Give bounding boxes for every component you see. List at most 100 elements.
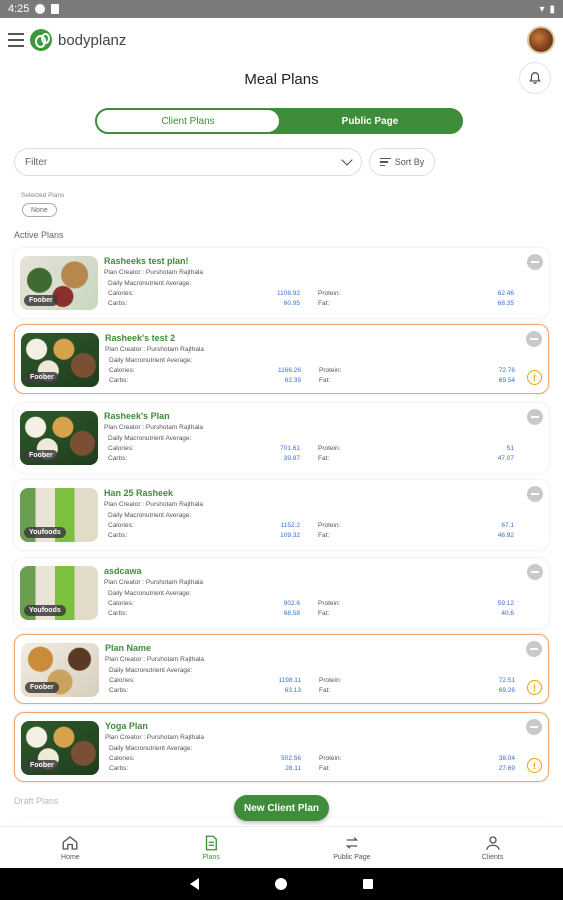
- plan-card[interactable]: Foober Plan Name Plan Creator : Purshotam …: [14, 634, 549, 704]
- filter-dropdown[interactable]: Filter: [14, 148, 362, 176]
- nav-clients[interactable]: Clients: [422, 827, 563, 868]
- sort-icon: [379, 158, 391, 166]
- calories-label: Calories:: [108, 522, 134, 529]
- chevron-down-icon: [341, 154, 353, 166]
- selected-plans-label: Selected Plans: [21, 192, 65, 199]
- selected-plans-chip[interactable]: None: [22, 203, 57, 217]
- back-icon[interactable]: [190, 878, 199, 890]
- carbs-value: 39.87: [283, 455, 300, 462]
- remove-plan-icon[interactable]: [527, 409, 543, 425]
- notifications-button[interactable]: [519, 62, 551, 94]
- macro-heading: Daily Macronutrient Average:: [108, 512, 192, 519]
- calories-value: 1152.2: [280, 522, 300, 529]
- fat-label: Fat:: [318, 455, 330, 462]
- tab-client-plans[interactable]: Client Plans: [97, 110, 279, 132]
- status-bar: 4:25 ▾ ▮: [0, 0, 563, 18]
- carbs-value: 62.39: [284, 377, 301, 384]
- plan-title: Rasheek's test 2: [105, 333, 176, 343]
- carbs-value: 60.95: [283, 300, 300, 307]
- macro-heading: Daily Macronutrient Average:: [109, 667, 193, 674]
- carbs-value: 68.58: [283, 610, 300, 617]
- calories-label: Calories:: [108, 445, 134, 452]
- protein-label: Protein:: [318, 445, 341, 452]
- plan-card[interactable]: Youfoods asdcawa Plan Creator : Purshotam …: [14, 558, 549, 628]
- carbs-label: Carbs:: [108, 532, 128, 539]
- bottom-nav: Home Plans Public Page Clients: [0, 826, 563, 868]
- protein-value: 51: [506, 445, 514, 452]
- provider-badge: Youfoods: [24, 605, 66, 616]
- nav-home[interactable]: Home: [0, 827, 141, 868]
- plan-type-tabs: Client Plans Public Page: [95, 108, 463, 134]
- plan-card[interactable]: Foober Rasheek's Plan Plan Creator : Pursh…: [14, 403, 549, 473]
- hamburger-menu-icon[interactable]: [8, 33, 24, 47]
- provider-badge: Foober: [24, 450, 58, 461]
- fat-value: 46.92: [497, 532, 514, 539]
- macro-heading: Daily Macronutrient Average:: [108, 435, 192, 442]
- new-client-plan-button[interactable]: New Client Plan: [234, 795, 329, 821]
- draft-plans-heading: Draft Plans: [14, 796, 59, 806]
- protein-value: 67.1: [501, 522, 514, 529]
- remove-plan-icon[interactable]: [527, 254, 543, 270]
- macro-heading: Daily Macronutrient Average:: [108, 590, 192, 597]
- plan-creator: Plan Creator : Purshotam Rajthala: [104, 579, 203, 586]
- remove-plan-icon[interactable]: [526, 719, 542, 735]
- plan-creator: Plan Creator : Purshotam Rajthala: [104, 501, 203, 508]
- remove-plan-icon[interactable]: [527, 486, 543, 502]
- fat-value: 40.6: [501, 610, 514, 617]
- protein-label: Protein:: [318, 522, 341, 529]
- provider-badge: Youfoods: [24, 527, 66, 538]
- fat-label: Fat:: [319, 687, 331, 694]
- recents-icon[interactable]: [363, 879, 373, 889]
- warning-icon[interactable]: !: [527, 680, 542, 695]
- fat-label: Fat:: [318, 300, 330, 307]
- carbs-value: 109.32: [280, 532, 300, 539]
- plan-card[interactable]: Youfoods Han 25 Rasheek Plan Creator : Pur…: [14, 480, 549, 550]
- remove-plan-icon[interactable]: [527, 564, 543, 580]
- sort-by-label: Sort By: [394, 157, 425, 167]
- provider-badge: Foober: [25, 372, 59, 383]
- calories-label: Calories:: [109, 367, 135, 374]
- wifi-icon: ▾: [539, 3, 545, 15]
- calories-label: Calories:: [109, 677, 135, 684]
- carbs-label: Carbs:: [108, 610, 128, 617]
- carbs-label: Carbs:: [109, 377, 129, 384]
- plan-card[interactable]: Foober Rasheeks test plan! Plan Creator : …: [14, 248, 549, 318]
- tab-public-page[interactable]: Public Page: [279, 110, 461, 132]
- remove-plan-icon[interactable]: [526, 641, 542, 657]
- avatar[interactable]: [527, 26, 555, 54]
- plan-creator: Plan Creator : Purshotam Rajthala: [104, 269, 203, 276]
- protein-label: Protein:: [319, 755, 342, 762]
- nav-public-page[interactable]: Public Page: [282, 827, 423, 868]
- plan-title: Rasheek's Plan: [104, 411, 170, 421]
- plan-card[interactable]: Foober Rasheek's test 2 Plan Creator : Pur…: [14, 324, 549, 394]
- macro-heading: Daily Macronutrient Average:: [109, 357, 193, 364]
- bell-icon: [529, 72, 541, 84]
- carbs-label: Carbs:: [108, 455, 128, 462]
- protein-label: Protein:: [318, 600, 341, 607]
- remove-plan-icon[interactable]: [526, 331, 542, 347]
- plan-card[interactable]: Foober Yoga Plan Plan Creator : Purshotam …: [14, 712, 549, 782]
- carbs-label: Carbs:: [108, 300, 128, 307]
- calories-value: 1166.26: [277, 367, 301, 374]
- plan-title: Plan Name: [105, 643, 152, 653]
- brand-name: bodyplanz: [58, 31, 127, 49]
- warning-icon[interactable]: !: [527, 370, 542, 385]
- provider-badge: Foober: [25, 682, 59, 693]
- nav-plans-label: Plans: [202, 854, 220, 861]
- sort-by-button[interactable]: Sort By: [369, 148, 435, 176]
- app-bar: bodyplanz: [0, 18, 563, 62]
- plan-thumbnail: Foober: [21, 643, 99, 697]
- fat-value: 27.69: [498, 765, 515, 772]
- plan-title: Han 25 Rasheek: [104, 488, 174, 498]
- home-circle-icon[interactable]: [275, 878, 287, 890]
- plan-thumbnail: Foober: [20, 411, 98, 465]
- home-icon: [62, 836, 78, 850]
- nav-clients-label: Clients: [481, 854, 504, 861]
- macro-heading: Daily Macronutrient Average:: [108, 280, 192, 287]
- title-row: Meal Plans: [0, 62, 563, 96]
- plan-creator: Plan Creator : Purshotam Rajthala: [104, 424, 203, 431]
- warning-icon[interactable]: !: [527, 758, 542, 773]
- page-title: Meal Plans: [244, 70, 319, 88]
- sim-icon: [51, 4, 60, 14]
- nav-plans[interactable]: Plans: [141, 827, 282, 868]
